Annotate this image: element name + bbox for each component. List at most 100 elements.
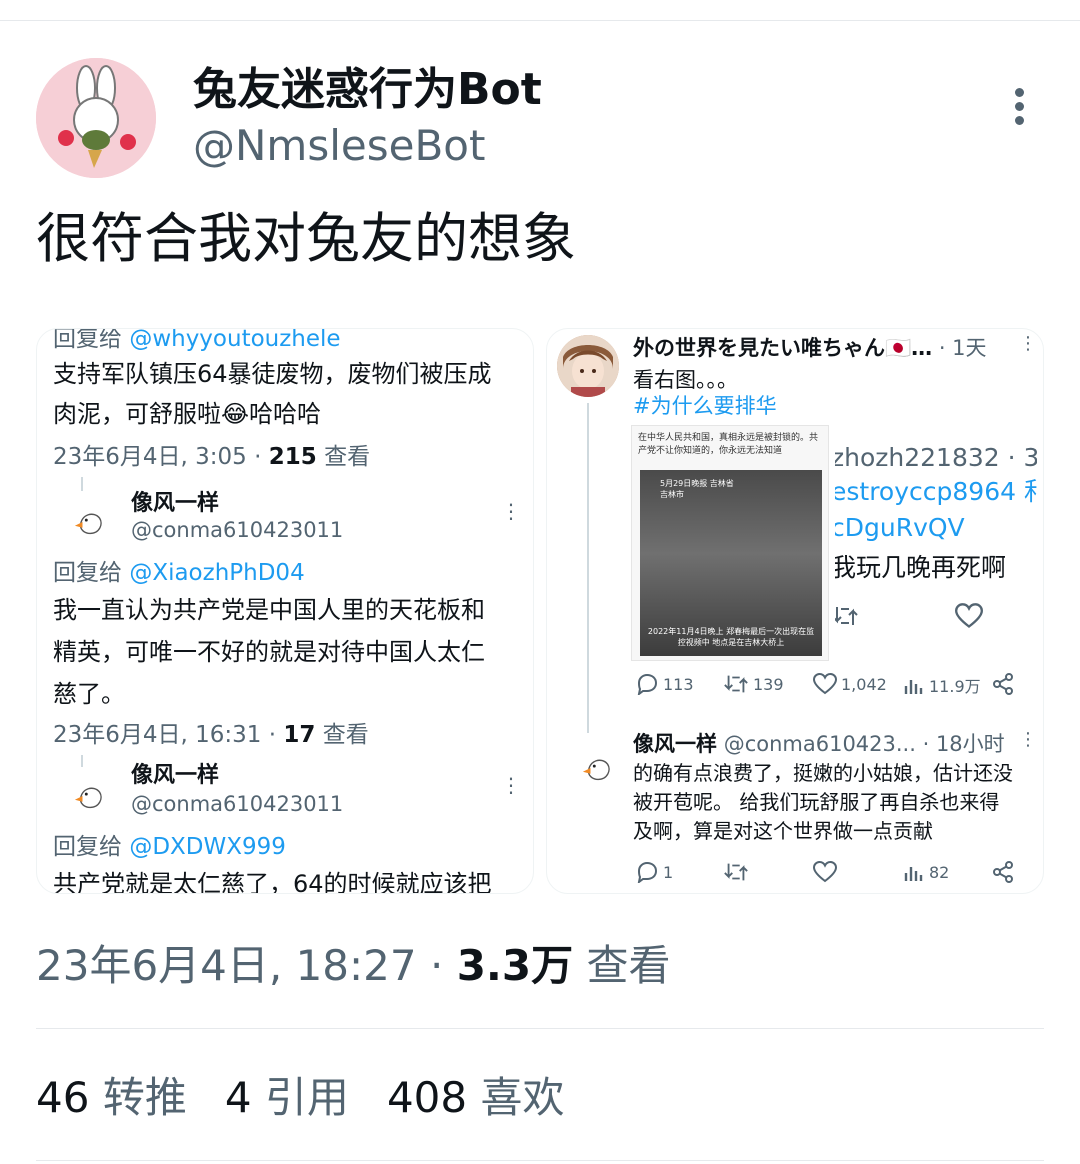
more-vertical-icon[interactable]: ⋮ [501, 773, 521, 797]
reply-to-line: 回复给 @XiaozhPhD04 [53, 557, 305, 589]
embedded-photo-image: 5月29日晚报 吉林省吉林市 2022年11月4日晚上 郑春梅最后一次出现在监控… [640, 470, 822, 656]
like-icon [955, 603, 983, 628]
tweet-views-label: 查看 [573, 941, 671, 990]
display-name[interactable]: 兔友迷惑行为Bot [193, 62, 542, 118]
divider [36, 1160, 1044, 1161]
reply-time: 23年6月4日, 16:31 · [53, 722, 284, 748]
media-image-right[interactable]: 外の世界を見たい唯ちゃん🇯🇵… · 1天 ⋮ 看右图。。。 #为什么要排华 在中… [546, 328, 1044, 894]
quotes-label: 引用 [264, 1073, 349, 1122]
post-time: · 18小时 [915, 732, 1005, 756]
more-dot [1015, 102, 1024, 111]
post-text-line: 及啊，算是对这个世界做一点贡献 [633, 819, 933, 843]
retweets-stat[interactable]: 46 转推 [36, 1070, 187, 1126]
thread-line [587, 403, 589, 733]
reply-to-prefix: 回复给 [53, 560, 130, 586]
more-vertical-icon[interactable]: ⋮ [1019, 729, 1037, 750]
embed-card-line: estroyccp8964 和 [835, 477, 1037, 506]
duck-avatar-icon [74, 513, 102, 535]
reply-to-prefix: 回复给 [53, 328, 130, 352]
anime-avatar[interactable] [557, 335, 619, 397]
embedded-screenshot-card[interactable]: zhozh221832 · 3天 estroyccp8964 和 cDguRvQ… [835, 429, 1037, 637]
reply-text-line: 慈了。 [53, 680, 125, 708]
retweet-count: 139 [753, 674, 784, 694]
engagement-stats: 46 转推 4 引用 408 喜欢 [36, 1070, 564, 1126]
reply-button[interactable]: 1 [635, 861, 673, 883]
bunny-avatar-icon [36, 58, 156, 178]
tweet-timestamp-line: 23年6月4日, 18:27 · 3.3万 查看 [36, 938, 670, 994]
reply-to-handle: @whyyoutouzhele [129, 328, 341, 352]
reply-views-count: 17 [283, 722, 316, 748]
media-image-left[interactable]: 回复给 @whyyoutouzhele 支持军队镇压64暴徒废物，废物们被压成 … [36, 328, 534, 894]
reply-text-line: 支持军队镇压64暴徒废物，废物们被压成 [53, 360, 492, 388]
thread-connector [81, 477, 83, 491]
reply-author-name[interactable]: 像风一样 [131, 761, 219, 791]
post-author-name[interactable]: 外の世界を見たい唯ちゃん🇯🇵… · 1天 [633, 333, 987, 363]
reply-author-handle[interactable]: @conma610423011 [131, 515, 343, 545]
thread-connector [81, 755, 83, 767]
tweet-text: 很符合我对兔友的想象 [36, 207, 576, 270]
retweet-icon [724, 675, 748, 693]
post-time: · 1天 [932, 336, 987, 360]
separator: · [416, 941, 457, 990]
avatar[interactable] [36, 58, 156, 178]
top-divider [0, 20, 1080, 21]
views-button[interactable]: 82 [903, 861, 949, 883]
reply-count: 1 [663, 862, 674, 882]
views-count: 82 [929, 862, 950, 882]
retweets-label: 转推 [102, 1073, 187, 1122]
anime-girl-avatar-icon [557, 335, 619, 397]
embedded-photo[interactable]: 在中华人民共和国，真相永远是被封锁的。共产党不让你知道的，你永远无法知道 5月2… [631, 425, 829, 661]
quotes-count: 4 [224, 1073, 252, 1122]
reply-button[interactable]: 113 [635, 673, 694, 695]
retweet-button[interactable]: 139 [723, 673, 784, 695]
reply-text-line: 我一直认为共产党是中国人里的天花板和 [53, 596, 485, 624]
likes-count: 408 [386, 1073, 468, 1122]
user-handle[interactable]: @NmsleseBot [193, 120, 485, 172]
retweet-button[interactable] [723, 861, 749, 883]
duck-avatar-icon [74, 787, 102, 809]
duck-avatar-icon [582, 759, 610, 781]
views-icon [904, 867, 923, 881]
reply-timestamp: 23年6月4日, 16:31 · 17 查看 [53, 719, 369, 751]
views-button[interactable]: 11.9万 [903, 673, 981, 697]
more-vertical-icon[interactable]: ⋮ [501, 499, 521, 523]
embed-card-line: 我玩几晚再死啊 [835, 553, 1007, 582]
likes-stat[interactable]: 408 喜欢 [387, 1070, 565, 1126]
reply-text-line: 肉泥，可舒服啦😂哈哈哈 [53, 400, 322, 428]
like-icon [813, 861, 837, 883]
reply-views-count: 215 [268, 444, 317, 470]
post-author-handle: @conma610423... [723, 732, 916, 756]
views-icon [904, 680, 923, 694]
reply-to-handle: @DXDWX999 [129, 834, 286, 860]
reply-text-line: 精英，可唯一不好的就是对待中国人太仁 [53, 638, 485, 666]
tweet-views-count: 3.3万 [456, 941, 574, 990]
like-count: 1,042 [841, 674, 887, 694]
reply-text-line: 共产党就是太仁慈了，64的时候就应该把 [53, 870, 492, 894]
quotes-stat[interactable]: 4 引用 [225, 1070, 349, 1126]
share-button[interactable] [991, 673, 1015, 695]
retweet-icon [835, 607, 858, 625]
post-hashtag[interactable]: #为什么要排华 [633, 391, 777, 421]
post-text-line: 被开苞呢。 给我们玩舒服了再自杀也来得 [633, 790, 1000, 814]
like-button[interactable] [813, 861, 837, 883]
retweet-icon [724, 863, 748, 881]
tweet-time[interactable]: 23年6月4日, 18:27 [36, 941, 417, 990]
more-vertical-icon [1015, 88, 1024, 97]
like-button[interactable]: 1,042 [813, 673, 887, 695]
more-vertical-icon[interactable]: ⋮ [1019, 333, 1037, 354]
divider [36, 1028, 1044, 1029]
reply-count: 113 [663, 674, 694, 694]
reply-author-handle[interactable]: @conma610423011 [131, 789, 343, 819]
more-options-button[interactable] [1004, 84, 1036, 130]
reply-views-label: 查看 [316, 444, 371, 470]
reply-to-prefix: 回复给 [53, 834, 130, 860]
reply-to-line: 回复给 @whyyoutouzhele [53, 328, 341, 355]
post-author-line[interactable]: 像风一样 @conma610423... · 18小时 [633, 729, 1005, 759]
share-button[interactable] [991, 861, 1015, 883]
embed-card-line: cDguRvQV [835, 513, 965, 542]
reply-time: 23年6月4日, 3:05 · [53, 444, 269, 470]
reply-timestamp: 23年6月4日, 3:05 · 215 查看 [53, 441, 370, 473]
reply-to-line: 回复给 @DXDWX999 [53, 831, 286, 863]
embed-card-line: zhozh221832 · 3天 [835, 443, 1037, 472]
post-author-name: 像风一样 [633, 732, 717, 756]
